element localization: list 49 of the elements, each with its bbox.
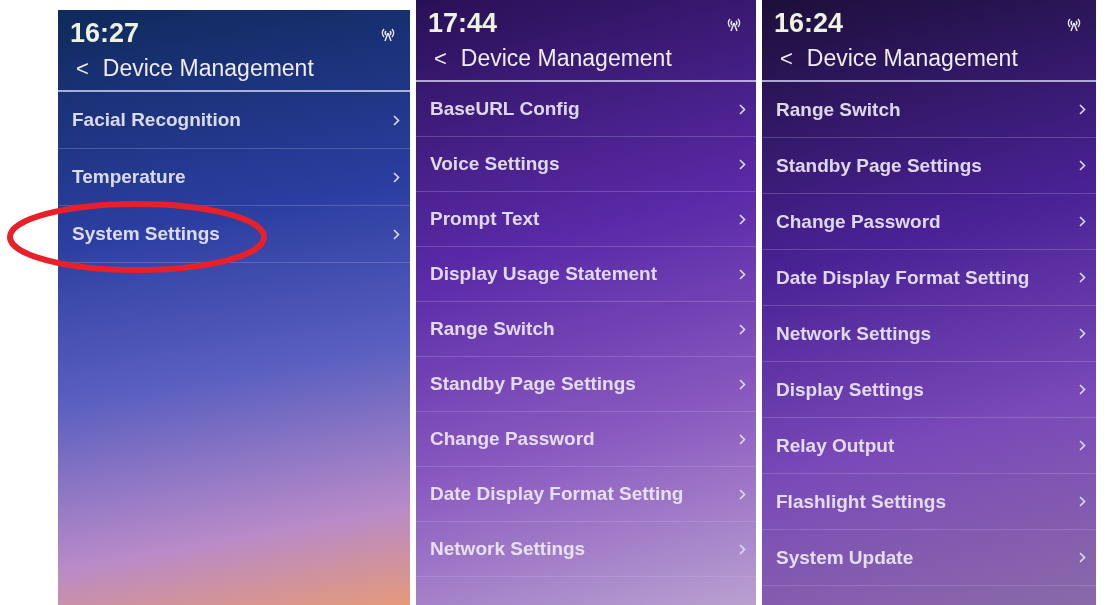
screen-title: Device Management	[806, 45, 1018, 72]
chevron-right-icon	[1079, 160, 1086, 171]
menu-item[interactable]: Standby Page Settings	[762, 138, 1096, 194]
clock-time: 17:44	[428, 8, 498, 39]
clock-time: 16:27	[70, 18, 140, 49]
chevron-right-icon	[739, 543, 746, 555]
back-button[interactable]: <	[76, 55, 89, 82]
chevron-right-icon	[739, 158, 746, 170]
menu-item[interactable]: Facial Recognition	[58, 92, 410, 149]
chevron-right-icon	[739, 323, 746, 335]
menu-item[interactable]: Range Switch	[762, 82, 1096, 138]
chevron-right-icon	[739, 378, 746, 390]
chevron-right-icon	[739, 268, 746, 280]
menu-item[interactable]: Relay Output	[762, 418, 1096, 474]
menu-item[interactable]: Display Usage Statement	[416, 247, 756, 302]
menu-item[interactable]: Date Display Format Setting	[762, 250, 1096, 306]
chevron-right-icon	[1079, 328, 1086, 339]
chevron-right-icon	[739, 213, 746, 225]
chevron-right-icon	[1079, 272, 1086, 283]
chevron-right-icon	[393, 114, 400, 126]
menu-item[interactable]: Range Switch	[416, 302, 756, 357]
chevron-right-icon	[393, 228, 400, 240]
screen-title: Device Management	[460, 45, 672, 72]
menu-item[interactable]: System Update	[762, 530, 1096, 586]
menu-item[interactable]: Flashlight Settings	[762, 474, 1096, 530]
screen-title: Device Management	[102, 55, 314, 82]
chevron-right-icon	[1079, 440, 1086, 451]
menu-item[interactable]: Change Password	[762, 194, 1096, 250]
menu-item[interactable]: Standby Page Settings	[416, 357, 756, 412]
clock-time: 16:24	[774, 8, 844, 39]
chevron-right-icon	[1079, 104, 1086, 115]
chevron-right-icon	[1079, 552, 1086, 563]
chevron-right-icon	[1079, 496, 1086, 507]
menu-item[interactable]: BaseURL Config	[416, 82, 756, 137]
back-button[interactable]: <	[780, 45, 793, 72]
menu-item[interactable]: Temperature	[58, 149, 410, 206]
chevron-right-icon	[739, 488, 746, 500]
chevron-right-icon	[1079, 216, 1086, 227]
chevron-right-icon	[739, 433, 746, 445]
menu-item[interactable]: Change Password	[416, 412, 756, 467]
menu-item[interactable]: Voice Settings	[416, 137, 756, 192]
chevron-right-icon	[393, 171, 400, 183]
menu-item[interactable]: Network Settings	[762, 306, 1096, 362]
menu-item[interactable]: Display Settings	[762, 362, 1096, 418]
menu-item[interactable]: Prompt Text	[416, 192, 756, 247]
menu-item[interactable]: System Settings	[58, 206, 410, 263]
chevron-right-icon	[739, 103, 746, 115]
chevron-right-icon	[1079, 384, 1086, 395]
back-button[interactable]: <	[434, 45, 447, 72]
